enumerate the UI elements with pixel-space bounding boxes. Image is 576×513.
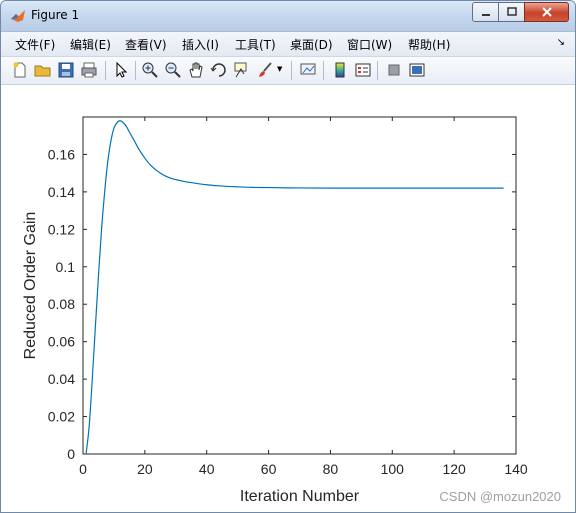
colorbar-icon[interactable] [331,61,349,79]
y-tick-label: 0.14 [48,184,75,200]
axes-box [82,116,517,455]
window-controls [472,2,569,22]
hide-plot-tools-icon[interactable] [385,61,403,79]
data-cursor-icon[interactable] [233,61,251,79]
zoom-out-icon[interactable] [164,61,182,79]
x-tick-label: 100 [381,461,405,477]
y-tick-label: 0.02 [48,409,75,425]
menu-edit[interactable]: 编辑(E) [70,36,111,53]
close-button[interactable] [524,2,569,22]
y-tick-label: 0.16 [48,146,75,162]
y-tick-label: 0.12 [48,221,75,237]
show-plot-tools-icon[interactable] [408,61,426,79]
toolbar-separator [291,61,292,80]
toolbar: ▼ [1,57,575,85]
close-icon [541,7,552,17]
menu-tools[interactable]: 工具(T) [235,36,276,53]
y-axis-label: Reduced Order Gain [22,212,39,360]
menu-window[interactable]: 窗口(W) [347,36,392,53]
x-tick-label: 60 [261,461,277,477]
menu-insert[interactable]: 插入(I) [182,36,219,53]
menu-bar: 文件(F) 编辑(E) 查看(V) 插入(I) 工具(T) 桌面(D) 窗口(W… [1,32,575,57]
watermark-text: CSDN @mozun2020 [439,489,561,504]
x-tick-label: 0 [79,461,87,477]
x-tick-label: 120 [442,461,466,477]
matlab-logo-icon [11,10,25,22]
window-title: Figure 1 [31,8,80,22]
series-line [85,120,504,455]
maximize-icon [506,7,517,16]
y-tick-label: 0 [67,446,75,462]
rotate-icon[interactable] [210,61,228,79]
toolbar-separator [135,61,136,80]
pointer-icon[interactable] [112,61,130,79]
figure-window: Figure 1 文件(F) 编辑(E) 查看(V) 插入(I) 工具(T) 桌… [0,0,576,513]
x-tick-label: 140 [504,461,528,477]
menu-help[interactable]: 帮助(H) [408,36,450,53]
menu-view[interactable]: 查看(V) [125,36,167,53]
x-tick-label: 20 [137,461,153,477]
save-icon[interactable] [57,61,75,79]
menu-overflow-icon[interactable]: ↘ [557,37,565,48]
x-tick-label: 80 [323,461,339,477]
minimize-icon [481,14,490,16]
menu-file[interactable]: 文件(F) [15,36,55,53]
link-plot-icon[interactable] [299,61,317,79]
brush-dropdown-icon[interactable]: ▼ [277,65,282,73]
title-bar[interactable]: Figure 1 [1,1,575,32]
x-axis-label: Iteration Number [240,488,360,505]
toolbar-separator [377,61,378,80]
y-tick-label: 0.04 [48,371,75,387]
toolbar-separator [323,61,324,80]
maximize-button[interactable] [498,2,525,22]
y-tick-label: 0.08 [48,296,75,312]
line-chart[interactable]: 0 20 40 60 80 100 120 140 0 0.02 0.04 0.06 0.08 0.1 0.… [1,85,575,512]
brush-icon[interactable] [256,61,274,79]
x-tick-label: 40 [199,461,215,477]
zoom-in-icon[interactable] [141,61,159,79]
toolbar-separator [105,61,106,80]
figure-canvas: 0 20 40 60 80 100 120 140 0 0.02 0.04 0.06 0.08 0.1 0.… [1,85,575,512]
legend-icon[interactable] [354,61,372,79]
y-tick-label: 0.1 [56,259,76,275]
y-tick-label: 0.06 [48,334,75,350]
menu-desktop[interactable]: 桌面(D) [290,36,333,53]
open-icon[interactable] [34,61,52,79]
pan-icon[interactable] [187,61,205,79]
new-figure-icon[interactable] [11,61,29,79]
print-icon[interactable] [80,61,98,79]
minimize-button[interactable] [472,2,499,22]
